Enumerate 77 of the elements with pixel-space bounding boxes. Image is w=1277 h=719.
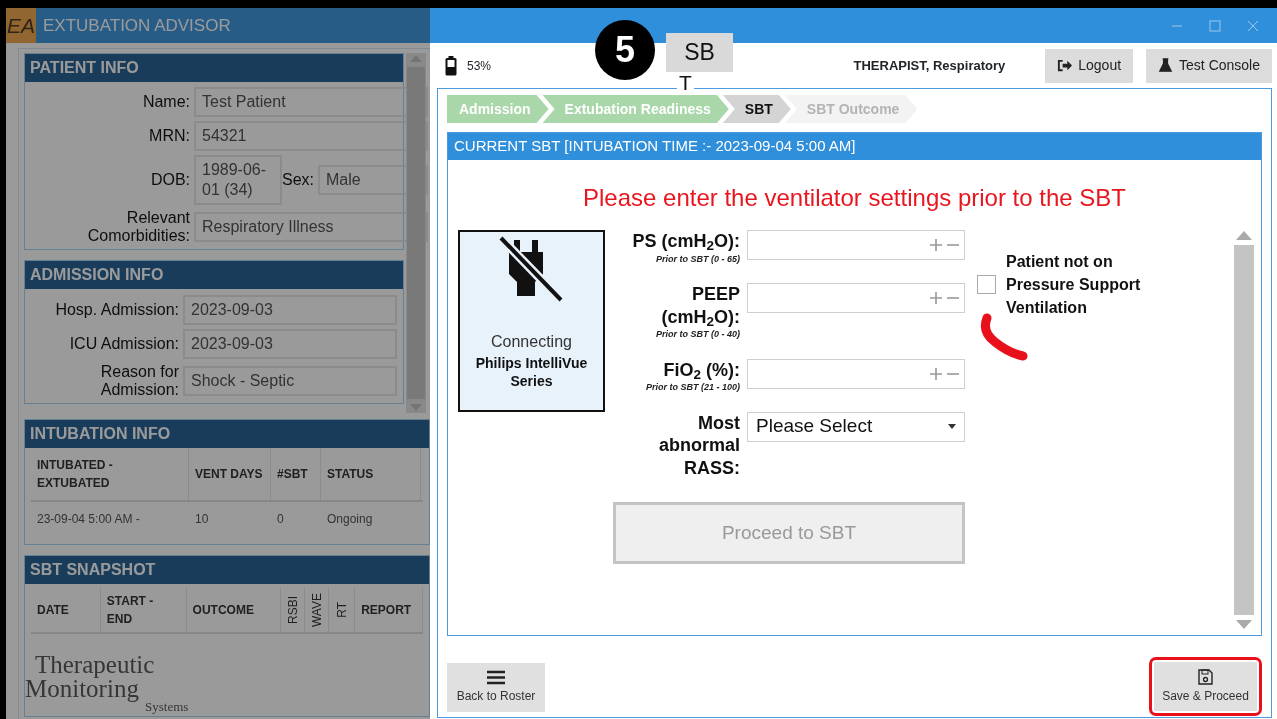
field-label: PS (cmH$_{2}$O): [631,230,740,253]
field-label: DOB: [149,171,190,189]
menu-icon [487,670,505,685]
field-hint: Prior to SBT (0 - 40) [655,328,740,341]
column-header: STATUS [321,448,421,500]
maximize-icon[interactable] [1209,19,1221,32]
table-cell-text: 10 [194,511,210,528]
checkbox-label: Patient not on Pressure Support Ventilation [1006,252,1142,319]
field-label: MRN: [148,127,190,145]
table-cell-text: 23-09-04 5:00 AM - [36,511,141,528]
user-name: THERAPIST, Respiratory [853,56,1006,75]
scrollbar[interactable] [406,53,426,413]
plus-icon[interactable] [929,238,943,252]
logout-icon [1057,58,1073,73]
panel-header: INTUBATION INFO [25,420,429,448]
logo-text: Therapeutic [35,653,156,677]
app-logo: EA [6,8,36,43]
number-field[interactable] [747,283,965,313]
device-name: Philips IntelliVue Series [474,353,589,390]
column-header: REPORT [361,602,412,619]
table-cell-text: 0 [276,511,285,528]
column-header: OUTCOME [192,602,254,619]
callout-label: SB [666,33,733,72]
field-label: FiO$_{2}$ (%): [662,358,740,381]
field-label: Sex: [282,171,314,189]
text-field[interactable]: 2023-09-03 [183,295,397,326]
field-label: Name: [141,93,190,111]
panel-header: PATIENT INFO [25,54,403,82]
panel-header: SBT SNAPSHOT [25,556,429,584]
caret-icon [948,424,956,429]
text-field[interactable]: 2023-09-03 [183,329,397,360]
dropdown[interactable]: Please Select [747,411,965,442]
logout-button[interactable]: Logout [1045,48,1134,83]
close-icon[interactable] [1247,19,1259,32]
text-field[interactable]: Shock - Septic [183,365,397,396]
column-header: INTUBATED - EXTUBATED [31,448,189,500]
instruction-text: Please enter the ventilator settings prior to the SBT [582,183,1127,213]
panel-header: ADMISSION INFO [25,261,403,290]
column-header: RSBI [284,596,301,624]
column-header: #SBT [271,448,321,500]
field-hint: Prior to SBT (21 - 100) [644,381,740,394]
scroll-up-icon[interactable] [409,53,423,63]
scroll-down-icon[interactable] [1235,619,1253,630]
number-field[interactable] [747,358,965,389]
column-header: DATE [37,602,69,619]
save-button[interactable]: Save & Proceed [1154,662,1257,711]
card-header: CURRENT SBT [INTUBATION TIME :- 2023-09-04 5:00 AM] [448,133,1261,160]
field-label: ICU Admission: [68,335,179,353]
text-field[interactable]: 1989-06-01 (34) [194,155,282,205]
scroll-up-icon[interactable] [1235,230,1253,241]
table-cell-text: Ongoing [326,511,374,528]
field-label: Relevant Comorbidities: [86,209,190,245]
scroll-down-icon[interactable] [409,403,423,413]
step-number-badge: 5 [595,20,655,80]
battery-icon [445,55,457,76]
field-label: PEEP (cmH$_{2}$O): [660,283,740,328]
scrollbar[interactable] [1234,230,1254,630]
plus-icon[interactable] [929,366,943,381]
plus-icon[interactable] [929,291,943,305]
back-button[interactable]: Back to Roster [447,663,545,712]
console-button[interactable]: Test Console [1146,48,1272,83]
window-title: EXTUBATION ADVISOR [43,14,231,37]
field-hint: Prior to SBT (0 - 65) [655,252,740,266]
flask-icon [1158,58,1174,73]
field-label: Reason for Admission: [99,363,179,399]
step-tab[interactable]: SBT [722,95,791,123]
field-label: Most abnormal RASS: [657,411,740,479]
field-label: Hosp. Admission: [54,301,179,319]
column-header: START - END [106,593,155,628]
column-header: VENT DAYS [189,448,271,500]
device-status: Connecting [491,331,572,352]
number-field[interactable] [747,230,965,260]
logo-text: Systems [145,700,190,713]
checkbox[interactable] [977,275,996,295]
column-header: WAVE [308,593,325,627]
battery-level: 53% [467,57,492,75]
column-header: RT [333,602,350,618]
